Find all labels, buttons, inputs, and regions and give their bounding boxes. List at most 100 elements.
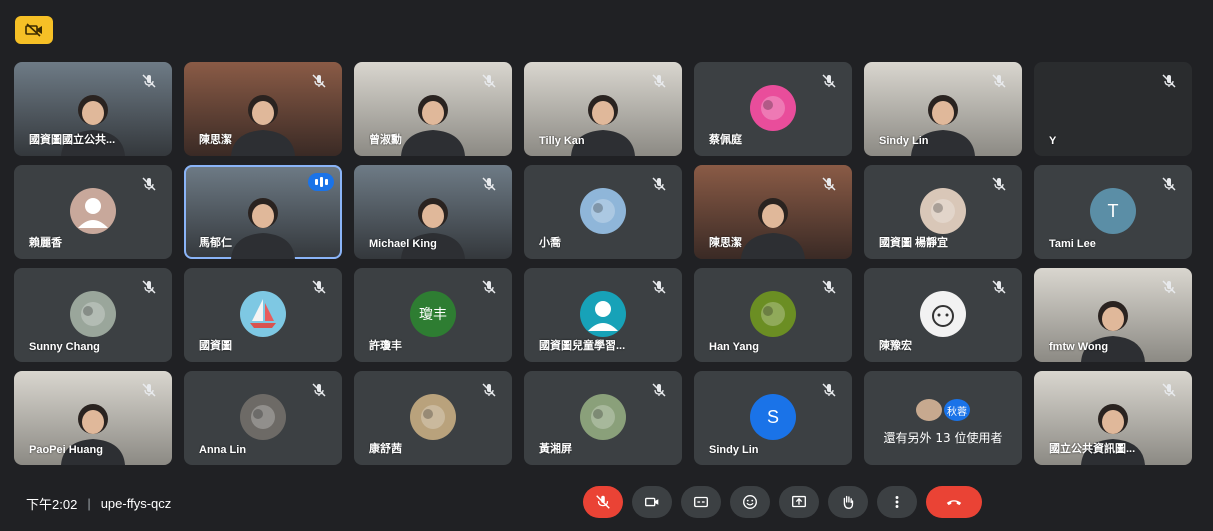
participant-name: Sunny Chang [29, 341, 100, 353]
participant-name: 曾淑勳 [369, 134, 402, 146]
participant-tile[interactable]: 賴麗香 [14, 165, 172, 259]
mic-off-icon [1162, 383, 1176, 397]
participant-name: PaoPei Huang [29, 444, 103, 456]
mic-off-icon [822, 383, 836, 397]
sunset-photo-icon [761, 96, 785, 120]
mic-off-icon [142, 74, 156, 88]
reactions-button[interactable] [730, 486, 770, 518]
participant-name: 小喬 [539, 237, 561, 249]
participant-tile[interactable]: 馬郁仁 [184, 165, 342, 259]
participant-tile[interactable]: S Sindy Lin [694, 371, 852, 465]
person-video-figure [401, 95, 465, 156]
participant-tile[interactable]: 蔡佩庭 [694, 62, 852, 156]
participant-tile[interactable]: Anna Lin [184, 371, 342, 465]
participant-tile[interactable]: Sindy Lin [864, 62, 1022, 156]
participant-name: Y [1049, 135, 1057, 147]
participant-tile[interactable]: 秋蓉 還有另外 13 位使用者 [864, 371, 1022, 465]
participant-avatar [580, 394, 626, 440]
no-camera-badge-icon [25, 23, 42, 37]
mic-off-icon [142, 177, 156, 191]
participant-name: Han Yang [709, 341, 759, 353]
cat-photo-icon [251, 405, 275, 429]
participant-tile[interactable]: Michael King [354, 165, 512, 259]
leave-call-button[interactable] [926, 486, 982, 518]
present-icon [792, 495, 806, 508]
mic-off-icon [652, 177, 666, 191]
meeting-time: 下午2:02 [26, 497, 78, 512]
participant-tile[interactable]: 瓊丰 許瓊丰 [354, 268, 512, 362]
participant-tile[interactable]: 陳思潔 [184, 62, 342, 156]
captions-icon [694, 496, 708, 508]
mic-off-icon [312, 383, 326, 397]
mic-off-icon [142, 383, 156, 397]
participant-tile[interactable]: 國資圖兒童學習... [524, 268, 682, 362]
phone-hangup-icon [946, 500, 962, 506]
person-silhouette-icon [588, 301, 618, 331]
participant-name: 國資圖國立公共... [29, 134, 116, 146]
no-camera-badge[interactable] [15, 16, 53, 44]
participant-avatar [750, 85, 796, 131]
captions-button[interactable] [681, 486, 721, 518]
hand-icon [843, 495, 854, 509]
avatar-letter: S [766, 406, 779, 427]
participant-name: fmtw Wong [1049, 341, 1109, 353]
participant-name: 國立公共資訊圖... [1049, 443, 1136, 455]
person-silhouette-icon [78, 198, 108, 228]
more-options-button[interactable] [877, 486, 917, 518]
participant-name: 許瓊丰 [369, 340, 402, 352]
camera-button[interactable] [632, 486, 672, 518]
mic-off-icon [822, 74, 836, 88]
raise-hand-button[interactable] [828, 486, 868, 518]
participant-avatar: T [1090, 188, 1136, 234]
participant-avatar [920, 291, 966, 337]
participant-tile[interactable]: 國立公共資訊圖... [1034, 371, 1192, 465]
participant-tile[interactable]: 康舒茜 [354, 371, 512, 465]
participant-tile[interactable]: 黃湘屏 [524, 371, 682, 465]
participant-avatar [580, 188, 626, 234]
mic-off-icon [1162, 74, 1176, 88]
participant-tile[interactable]: fmtw Wong [1034, 268, 1192, 362]
group-photo-icon [591, 405, 615, 429]
participant-tile[interactable]: 國資圖 [184, 268, 342, 362]
participant-tile[interactable]: Sunny Chang [14, 268, 172, 362]
bottom-bar: 下午2:02 | upe-ffys-qcz [0, 480, 1213, 524]
mic-off-icon [596, 495, 610, 509]
participant-name: 蔡佩庭 [709, 134, 742, 146]
participant-tile[interactable]: T Tami Lee [1034, 165, 1192, 259]
participant-tile[interactable]: 曾淑勳 [354, 62, 512, 156]
participant-tile[interactable]: 陳豫宏 [864, 268, 1022, 362]
participant-name: 國資圖 楊靜宜 [879, 237, 949, 249]
speaking-indicator-icon [308, 173, 334, 191]
participant-tile[interactable]: PaoPei Huang [14, 371, 172, 465]
participant-name: Anna Lin [199, 444, 247, 456]
participant-tile[interactable]: Tilly Kan [524, 62, 682, 156]
mic-off-icon [652, 383, 666, 397]
mic-off-icon [822, 177, 836, 191]
present-button[interactable] [779, 486, 819, 518]
participant-tile[interactable]: Y [1034, 62, 1192, 156]
mic-off-button[interactable] [583, 486, 623, 518]
participant-name: 陳思潔 [199, 134, 232, 146]
participant-tile[interactable]: 國資圖 楊靜宜 [864, 165, 1022, 259]
participant-name: 賴麗香 [29, 237, 62, 249]
participant-tile[interactable]: Han Yang [694, 268, 852, 362]
participant-tile[interactable]: 陳思潔 [694, 165, 852, 259]
person-video-figure [231, 95, 295, 156]
others-mini-avatar: 秋蓉 [944, 399, 970, 421]
mic-off-icon [1162, 280, 1176, 294]
dog-photo-icon [421, 405, 445, 429]
building-photo-icon [591, 199, 615, 223]
participant-avatar [410, 394, 456, 440]
meeting-code[interactable]: upe-ffys-qcz [101, 496, 172, 511]
participant-tile[interactable]: 國資圖國立公共... [14, 62, 172, 156]
sailboat-icon [250, 299, 276, 328]
participant-tile[interactable]: 小喬 [524, 165, 682, 259]
mic-off-icon [652, 280, 666, 294]
meet-window: 國資圖國立公共... 陳思潔 曾淑勳 Tilly Kan 蔡佩庭 Sindy Lin Y 賴麗… [0, 0, 1213, 531]
participant-name: Sindy Lin [879, 135, 929, 147]
meeting-separator: | [87, 496, 91, 511]
others-avatars: 秋蓉 [864, 399, 1022, 421]
participant-avatar [70, 291, 116, 337]
participant-avatar [240, 394, 286, 440]
participant-name: 陳思潔 [709, 237, 742, 249]
